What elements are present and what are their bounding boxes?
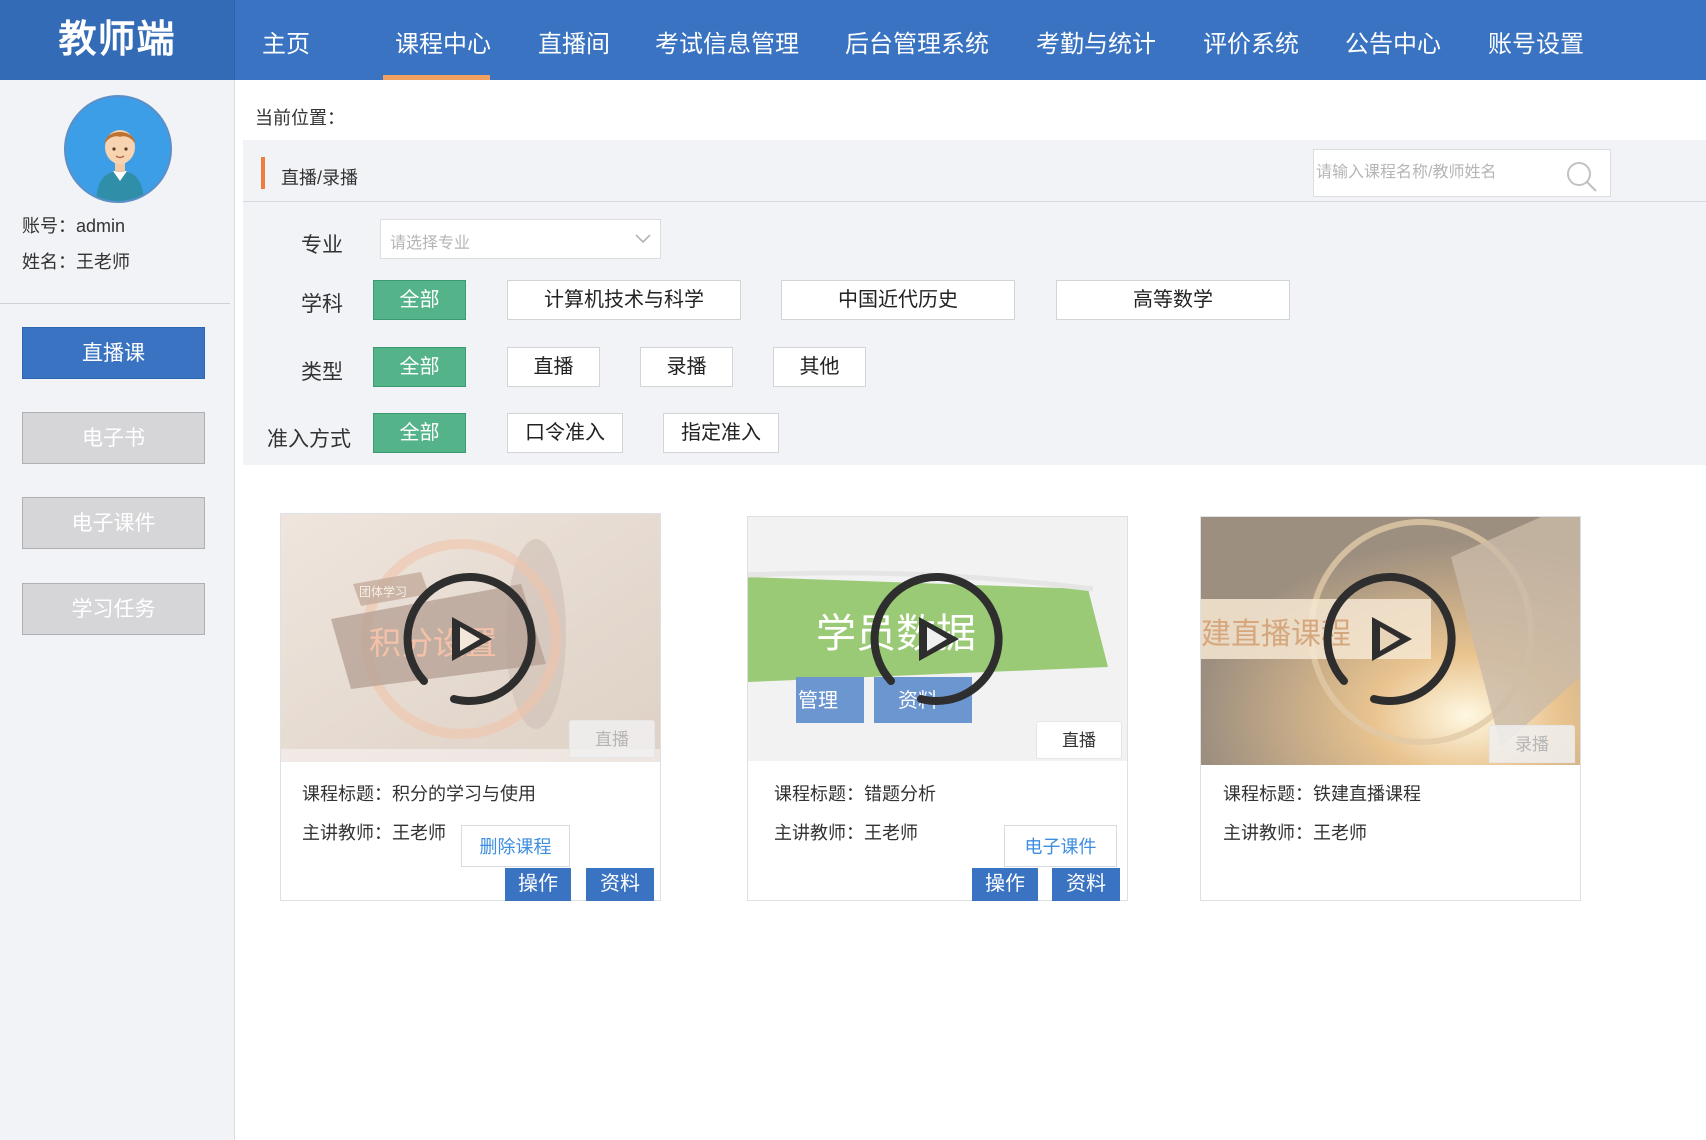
course-teacher-label: 主讲教师： <box>1223 823 1313 843</box>
name-label: 姓名： <box>22 252 76 272</box>
access-chip-assigned[interactable]: 指定准入 <box>663 413 779 453</box>
course-title-value: 积分的学习与使用 <box>392 784 536 804</box>
access-chip-password[interactable]: 口令准入 <box>507 413 623 453</box>
subject-chip-all[interactable]: 全部 <box>373 280 466 320</box>
type-chip-other[interactable]: 其他 <box>773 347 866 387</box>
top-nav-bar: 教师端 主页 课程中心 直播间 考试信息管理 后台管理系统 考勤与统计 评价系统… <box>0 0 1706 80</box>
course-thumbnail[interactable]: 学员数据 管理 资料 直播 <box>748 517 1127 761</box>
filter-label-subject: 学科 <box>301 293 343 316</box>
materials-button[interactable]: 资料 <box>586 868 654 901</box>
course-teacher: 主讲教师：王老师 <box>1223 819 1367 845</box>
user-avatar-icon <box>96 130 144 201</box>
filter-label-major: 专业 <box>301 234 343 257</box>
course-thumbnail[interactable]: 建直播课程 录播 <box>1201 517 1580 765</box>
breadcrumb: 当前位置： <box>255 108 345 128</box>
materials-button[interactable]: 资料 <box>1052 868 1120 901</box>
section-header: 直播/录播 <box>243 140 1706 202</box>
sidebar-item-study-tasks[interactable]: 学习任务 <box>22 583 205 635</box>
operate-button[interactable]: 操作 <box>505 868 571 901</box>
subject-chip-computer-science[interactable]: 计算机技术与科学 <box>507 280 741 320</box>
type-chip-recorded[interactable]: 录播 <box>640 347 733 387</box>
nav-item-live-room[interactable]: 直播间 <box>538 0 610 80</box>
course-type-tag: 直播 <box>1036 721 1122 759</box>
filter-label-access: 准入方式 <box>267 428 351 451</box>
brand-logo: 教师端 <box>0 0 235 80</box>
name-info: 姓名：王老师 <box>22 248 130 274</box>
courseware-button[interactable]: 电子课件 <box>1004 825 1117 867</box>
avatar[interactable] <box>64 95 172 203</box>
course-title: 课程标题：积分的学习与使用 <box>302 780 536 806</box>
nav-item-admin-system[interactable]: 后台管理系统 <box>845 0 989 80</box>
search-icon[interactable] <box>1565 160 1599 194</box>
left-sidebar: 账号：admin 姓名：王老师 直播课 电子书 电子课件 学习任务 <box>0 80 235 1140</box>
chevron-down-icon <box>635 234 651 244</box>
sidebar-divider <box>0 303 230 304</box>
course-type-tag: 直播 <box>569 720 655 758</box>
type-chip-live[interactable]: 直播 <box>507 347 600 387</box>
name-value: 王老师 <box>76 252 130 272</box>
filter-label-type: 类型 <box>301 361 343 384</box>
type-chip-all[interactable]: 全部 <box>373 347 466 387</box>
play-icon[interactable] <box>396 569 536 709</box>
search-input[interactable] <box>1316 152 1556 194</box>
subject-chip-modern-history[interactable]: 中国近代历史 <box>781 280 1015 320</box>
course-teacher: 主讲教师：王老师 <box>302 819 446 845</box>
course-teacher: 主讲教师：王老师 <box>774 819 918 845</box>
subject-chip-advanced-math[interactable]: 高等数学 <box>1056 280 1290 320</box>
nav-item-course-center[interactable]: 课程中心 <box>395 0 491 80</box>
nav-item-home[interactable]: 主页 <box>262 0 310 80</box>
course-title-label: 课程标题： <box>1223 784 1313 804</box>
course-title-label: 课程标题： <box>774 784 864 804</box>
course-teacher-value: 王老师 <box>1313 823 1367 843</box>
course-teacher-value: 王老师 <box>392 823 446 843</box>
play-icon[interactable] <box>863 569 1003 709</box>
account-info: 账号：admin <box>22 212 125 238</box>
nav-item-exam-management[interactable]: 考试信息管理 <box>655 0 799 80</box>
course-title: 课程标题：错题分析 <box>774 780 936 806</box>
operate-button[interactable]: 操作 <box>972 868 1038 901</box>
course-thumbnail[interactable]: 团体学习 积分设置 直播 <box>281 514 660 762</box>
course-teacher-label: 主讲教师： <box>302 823 392 843</box>
nav-item-announcements[interactable]: 公告中心 <box>1345 0 1441 80</box>
major-select-placeholder: 请选择专业 <box>390 235 471 252</box>
section-title: 直播/录播 <box>281 168 359 188</box>
course-card[interactable]: 建直播课程 录播 课程标题：铁建直播课程 主讲教师：王老师 <box>1200 516 1581 901</box>
course-title-label: 课程标题： <box>302 784 392 804</box>
course-type-tag: 录播 <box>1489 725 1575 763</box>
account-label: 账号： <box>22 216 76 236</box>
sidebar-item-ebook[interactable]: 电子书 <box>22 412 205 464</box>
nav-active-indicator <box>383 75 490 80</box>
nav-item-account-settings[interactable]: 账号设置 <box>1488 0 1584 80</box>
nav-item-evaluation[interactable]: 评价系统 <box>1203 0 1299 80</box>
course-title: 课程标题：铁建直播课程 <box>1223 780 1421 806</box>
filter-panel: 直播/录播 专业 请选择专业 学科 全部 计算机技术与科学 中国近代历史 高等数… <box>243 140 1706 465</box>
play-icon[interactable] <box>1316 569 1456 709</box>
sidebar-item-live-course[interactable]: 直播课 <box>22 327 205 379</box>
course-teacher-label: 主讲教师： <box>774 823 864 843</box>
course-card[interactable]: 学员数据 管理 资料 直播 课程标题：错题分析 主讲教师：王老师 电子课件 操作… <box>747 516 1128 901</box>
course-title-value: 错题分析 <box>864 784 936 804</box>
course-title-value: 铁建直播课程 <box>1313 784 1421 804</box>
major-select[interactable]: 请选择专业 <box>380 219 661 259</box>
sidebar-item-courseware[interactable]: 电子课件 <box>22 497 205 549</box>
course-card[interactable]: 团体学习 积分设置 直播 课程标题：积分的学习与使用 主讲教师：王老师 删除课程… <box>280 513 661 901</box>
access-chip-all[interactable]: 全部 <box>373 413 466 453</box>
section-accent-mark <box>261 157 265 189</box>
delete-course-button[interactable]: 删除课程 <box>461 825 570 867</box>
course-teacher-value: 王老师 <box>864 823 918 843</box>
account-value: admin <box>76 216 126 236</box>
nav-item-attendance[interactable]: 考勤与统计 <box>1036 0 1156 80</box>
